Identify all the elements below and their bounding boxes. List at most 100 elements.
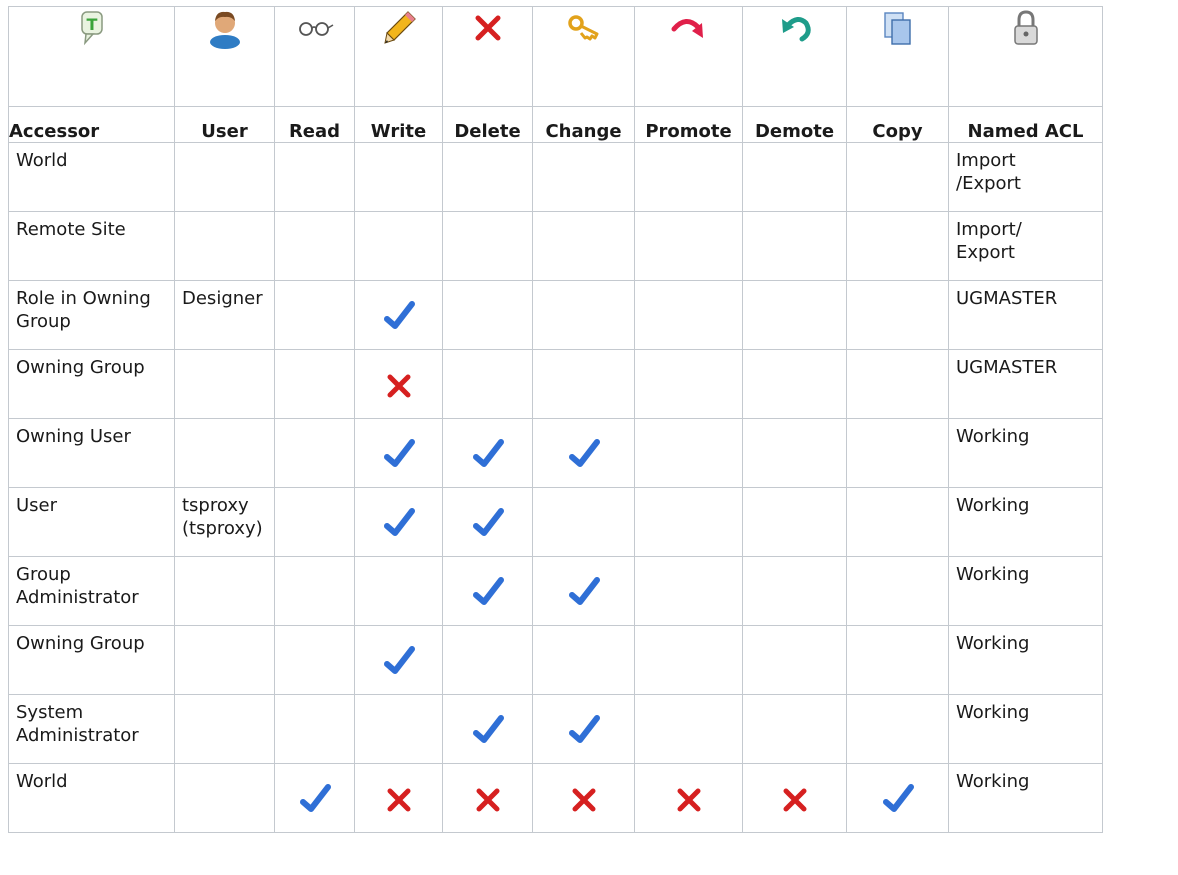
table-row[interactable]: World Import /Export [8, 142, 1103, 212]
column-header-user[interactable]: User [174, 106, 275, 143]
permission-cell [274, 625, 355, 695]
column-icon-cell [274, 6, 355, 107]
table-row[interactable]: User tsproxy (tsproxy) Working [8, 487, 1103, 557]
table-row[interactable]: Owning Group UGMASTER [8, 349, 1103, 419]
accessor-cell: Owning User [8, 418, 175, 488]
user-cell-text [175, 350, 274, 356]
lock-icon [1005, 7, 1047, 49]
permission-cell [354, 280, 443, 350]
permission-cell [442, 142, 533, 212]
permission-cell [354, 625, 443, 695]
table-row[interactable]: Role in Owning Group Designer UGMASTER [8, 280, 1103, 350]
column-header-promote[interactable]: Promote [634, 106, 743, 143]
permission-cell [742, 763, 847, 833]
named-acl-cell-text: UGMASTER [956, 288, 1058, 309]
accessor-cell: Role in Owning Group [8, 280, 175, 350]
named-acl-cell: Import /Export [948, 142, 1103, 212]
user-cell-text [175, 626, 274, 632]
cross-icon [668, 778, 710, 820]
user-cell [174, 763, 275, 833]
table-row[interactable]: System Administrator Working [8, 694, 1103, 764]
named-acl-cell-text: Working [956, 702, 1030, 723]
column-icon-cell [532, 6, 635, 107]
named-acl-cell-text: UGMASTER [956, 357, 1058, 378]
permission-cell [442, 211, 533, 281]
user-cell-text: tsproxy (tsproxy) [182, 495, 263, 539]
permission-cell [742, 211, 847, 281]
column-icon-cell: T [8, 6, 175, 107]
check-icon [467, 571, 509, 613]
accessor-cell-text: User [16, 495, 58, 516]
permission-cell [442, 418, 533, 488]
permission-cell [634, 487, 743, 557]
acl-table: T Accessor User Read Write Delete Change Promo… [8, 6, 1103, 833]
promote-arrow-icon [668, 7, 710, 49]
named-acl-cell-text: Working [956, 426, 1030, 447]
permission-cell [742, 142, 847, 212]
cross-icon [378, 778, 420, 820]
accessor-cell: Owning Group [8, 625, 175, 695]
permission-cell [532, 418, 635, 488]
named-acl-cell: Working [948, 418, 1103, 488]
permission-cell [532, 349, 635, 419]
column-header-delete[interactable]: Delete [442, 106, 533, 143]
permission-cell [274, 763, 355, 833]
check-icon [378, 502, 420, 544]
permission-cell [532, 556, 635, 626]
user-cell [174, 556, 275, 626]
table-row[interactable]: Remote Site Import/ Export [8, 211, 1103, 281]
column-header-read[interactable]: Read [274, 106, 355, 143]
icon-header-row: T [8, 6, 1103, 107]
permission-cell [442, 763, 533, 833]
accessor-cell: World [8, 142, 175, 212]
named-acl-cell: Working [948, 556, 1103, 626]
permission-cell [846, 142, 949, 212]
check-icon [467, 433, 509, 475]
accessor-cell-text: System Administrator [16, 702, 139, 746]
column-icon-cell [634, 6, 743, 107]
column-header-write[interactable]: Write [354, 106, 443, 143]
user-cell [174, 349, 275, 419]
named-acl-cell-text: Working [956, 771, 1030, 792]
permission-cell [354, 418, 443, 488]
table-row[interactable]: Owning User Working [8, 418, 1103, 488]
permission-cell [846, 418, 949, 488]
check-icon [563, 571, 605, 613]
accessor-cell-text: Owning User [16, 426, 131, 447]
column-header-copy[interactable]: Copy [846, 106, 949, 143]
permission-cell [742, 349, 847, 419]
table-row[interactable]: Owning Group Working [8, 625, 1103, 695]
demote-arrow-icon [774, 7, 816, 49]
permission-cell [532, 280, 635, 350]
table-row[interactable]: Group Administrator Working [8, 556, 1103, 626]
column-header-accessor[interactable]: Accessor [8, 106, 175, 143]
column-header-demote[interactable]: Demote [742, 106, 847, 143]
accessor-cell-text: World [16, 771, 68, 792]
cross-icon [563, 778, 605, 820]
column-icon-cell [948, 6, 1103, 107]
permission-cell [274, 142, 355, 212]
permission-cell [354, 349, 443, 419]
named-acl-cell: Working [948, 694, 1103, 764]
permission-cell [634, 211, 743, 281]
column-header-named-acl[interactable]: Named ACL [948, 106, 1103, 143]
column-icon-cell [742, 6, 847, 107]
permission-cell [354, 142, 443, 212]
accessor-cell-text: Owning Group [16, 357, 145, 378]
column-header-change[interactable]: Change [532, 106, 635, 143]
pencil-icon [378, 7, 420, 49]
permission-cell [532, 625, 635, 695]
permission-cell [354, 763, 443, 833]
permission-cell [742, 694, 847, 764]
permission-cell [742, 556, 847, 626]
user-cell [174, 418, 275, 488]
permission-cell [634, 694, 743, 764]
permission-cell [634, 142, 743, 212]
accessor-cell: User [8, 487, 175, 557]
accessor-cell-text: Group Administrator [16, 564, 139, 608]
permission-cell [442, 280, 533, 350]
table-row[interactable]: World Working [8, 763, 1103, 833]
named-acl-cell: UGMASTER [948, 349, 1103, 419]
permission-cell [354, 694, 443, 764]
accessor-cell-text: Role in Owning Group [16, 288, 151, 332]
